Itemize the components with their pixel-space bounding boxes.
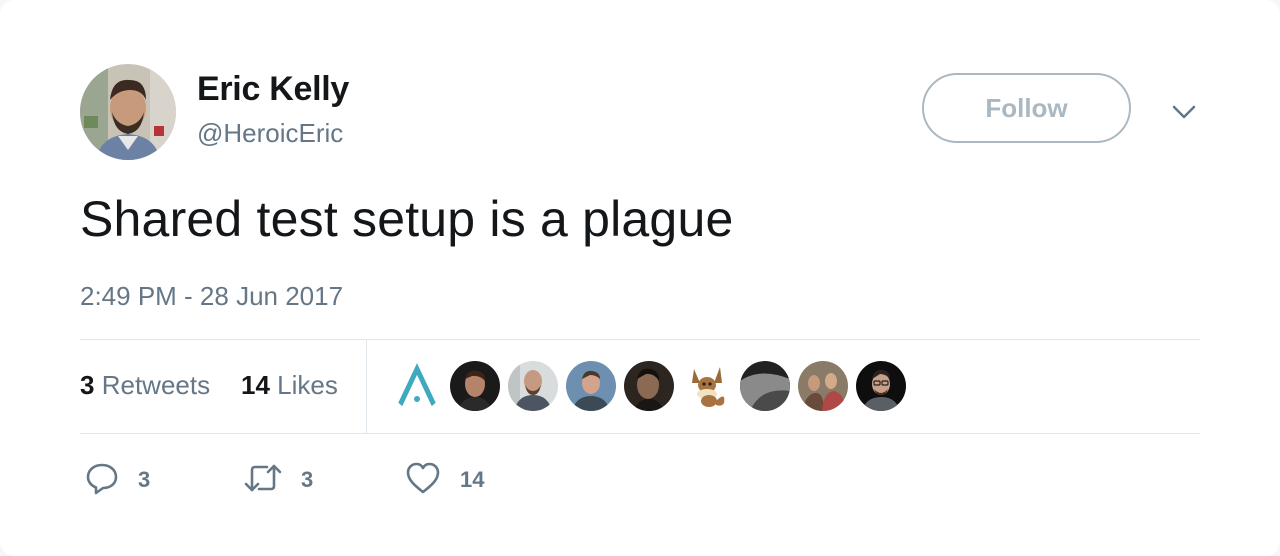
likes-count: 14 bbox=[241, 370, 270, 400]
likes-label: Likes bbox=[277, 370, 338, 400]
likers-list bbox=[392, 361, 914, 411]
reply-icon bbox=[84, 460, 120, 501]
heart-icon bbox=[404, 460, 442, 501]
tweet-timestamp[interactable]: 2:49 PM - 28 Jun 2017 bbox=[80, 281, 343, 312]
retweets-label: Retweets bbox=[101, 370, 211, 400]
stats-vertical-divider bbox=[366, 340, 367, 433]
reply-action[interactable]: 3 bbox=[84, 462, 150, 498]
liker-avatar-7[interactable] bbox=[740, 361, 790, 411]
liker-eevee-avatar[interactable] bbox=[682, 361, 732, 411]
retweet-action[interactable]: 3 bbox=[243, 462, 313, 498]
stats-top-divider bbox=[80, 339, 1200, 340]
tweet-text: Shared test setup is a plague bbox=[80, 191, 734, 247]
liker-avatar-3[interactable] bbox=[508, 361, 558, 411]
liker-avatar-8[interactable] bbox=[798, 361, 848, 411]
liker-avatar-4[interactable] bbox=[566, 361, 616, 411]
retweets-count: 3 bbox=[80, 370, 95, 400]
tweet-card: Eric Kelly @HeroicEric Follow Shared tes… bbox=[0, 0, 1280, 556]
retweet-count: 3 bbox=[301, 467, 314, 492]
reply-count: 3 bbox=[138, 467, 151, 492]
retweet-icon bbox=[243, 460, 283, 501]
liker-logo-avatar[interactable] bbox=[392, 361, 442, 411]
retweets-stat[interactable]: 3 Retweets bbox=[80, 370, 210, 401]
liker-avatar-2[interactable] bbox=[450, 361, 500, 411]
stats-bottom-divider bbox=[80, 433, 1200, 434]
like-count: 14 bbox=[460, 467, 485, 492]
author-name[interactable]: Eric Kelly bbox=[197, 70, 349, 109]
author-handle[interactable]: @HeroicEric bbox=[197, 118, 343, 149]
liker-avatar-5[interactable] bbox=[624, 361, 674, 411]
liker-avatar-9[interactable] bbox=[856, 361, 906, 411]
author-avatar[interactable] bbox=[80, 64, 176, 160]
chevron-down-icon[interactable] bbox=[1170, 100, 1198, 124]
likes-stat[interactable]: 14 Likes bbox=[241, 370, 338, 401]
like-action[interactable]: 14 bbox=[404, 462, 484, 498]
follow-button[interactable]: Follow bbox=[922, 73, 1131, 143]
